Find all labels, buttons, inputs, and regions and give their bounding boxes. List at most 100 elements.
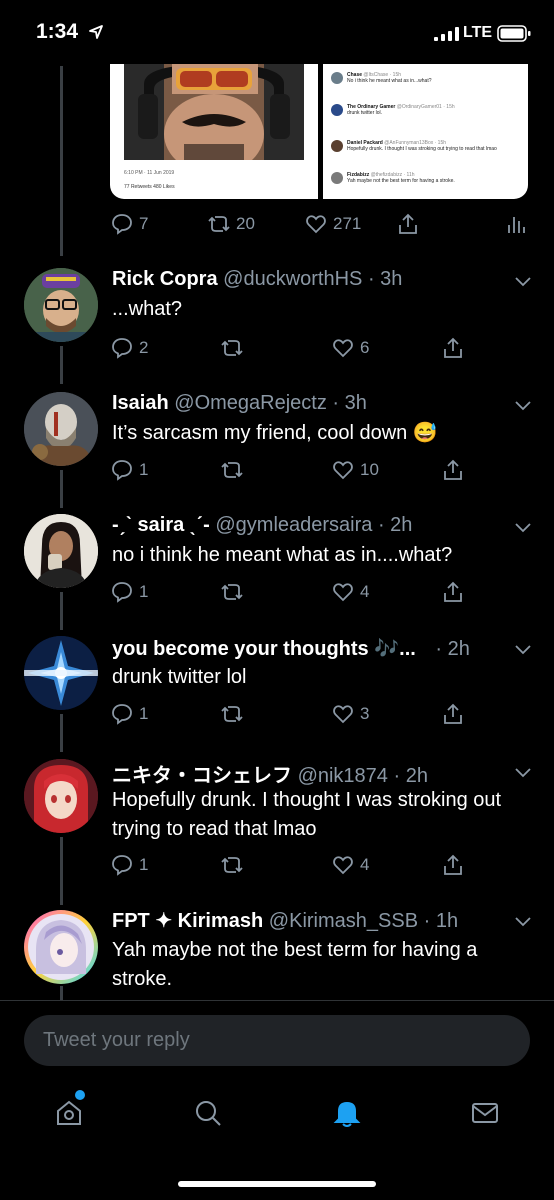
location-arrow-icon xyxy=(89,25,103,39)
like-button[interactable]: 4 xyxy=(331,580,369,604)
heart-icon xyxy=(333,856,353,875)
thread-connector xyxy=(60,592,63,630)
share-button[interactable] xyxy=(441,853,465,877)
tweet-text: drunk twitter lol xyxy=(112,666,247,688)
home-indicator[interactable] xyxy=(178,1181,376,1187)
author-handle[interactable]: @nik1874 xyxy=(298,765,388,787)
tweet-time: · 2h xyxy=(377,514,413,536)
retweet-button[interactable] xyxy=(220,336,249,360)
avatar[interactable] xyxy=(24,910,98,984)
tab-home[interactable] xyxy=(53,1097,85,1129)
avatar[interactable] xyxy=(24,636,98,710)
avatar[interactable] xyxy=(24,759,98,833)
author-handle[interactable]: @Kirimash_SSB xyxy=(269,910,418,932)
reply-header: Isaiah @OmegaRejectz · 3h xyxy=(112,392,367,415)
share-icon xyxy=(444,459,462,480)
like-button[interactable]: 4 xyxy=(331,853,369,877)
reply-header: Rick Copra @duckworthHS · 3h xyxy=(112,268,402,291)
tab-search[interactable] xyxy=(192,1097,224,1129)
share-button[interactable] xyxy=(441,336,465,360)
tweet-media[interactable]: 6:10 PM · 11 Jun 2019 77 Retweets 480 Li… xyxy=(110,64,528,199)
tweet-time: · 3h xyxy=(332,392,367,414)
retweet-button[interactable] xyxy=(220,458,249,482)
like-button[interactable]: 10 xyxy=(331,458,379,482)
author-handle[interactable]: @gymleadersaira xyxy=(215,514,372,536)
like-button[interactable]: 3 xyxy=(331,702,369,726)
share-button[interactable] xyxy=(441,580,465,604)
analytics-icon xyxy=(508,217,525,233)
author-name[interactable]: Rick Copra xyxy=(112,268,218,290)
share-button[interactable] xyxy=(441,702,465,726)
reply-count: 1 xyxy=(139,704,149,723)
heart-icon xyxy=(306,215,326,234)
retweet-icon xyxy=(221,706,243,722)
tab-notifications[interactable] xyxy=(331,1097,363,1129)
reply-count: 1 xyxy=(139,460,149,479)
reply-button[interactable]: 1 xyxy=(110,458,148,482)
media-image-right[interactable]: Chase @ItsChase · 15h No i think he mean… xyxy=(323,64,528,199)
thread-connector xyxy=(60,714,63,752)
heart-icon xyxy=(333,705,353,724)
media-reply-row: Fizdabizz @thefizdabizz · 11h Yah maybe … xyxy=(331,172,521,184)
tweet-time: · 2h xyxy=(393,765,428,787)
like-count: 6 xyxy=(360,338,370,357)
media-image-left[interactable]: 6:10 PM · 11 Jun 2019 77 Retweets 480 Li… xyxy=(110,64,318,199)
author-name[interactable]: FPT ✦ Kirimash xyxy=(112,910,263,932)
retweet-button[interactable] xyxy=(220,580,249,604)
analytics-button[interactable] xyxy=(504,212,528,236)
reply-icon xyxy=(112,460,132,481)
share-button[interactable] xyxy=(396,212,420,236)
reply-icon xyxy=(112,704,132,725)
retweet-icon xyxy=(221,462,243,478)
tweet-text: It’s sarcasm my friend, cool down 😅 xyxy=(112,422,438,444)
like-count: 4 xyxy=(360,855,370,874)
tweet-text: Hopefully drunk. I thought I was strokin… xyxy=(112,789,502,840)
reply-header: ニキタ・コシェレフ @nik1874 · 2h xyxy=(112,759,428,788)
notification-dot xyxy=(75,1090,85,1100)
reply-button[interactable]: 1 xyxy=(110,702,148,726)
reply-header: you become your thoughts 🎶... · 2h xyxy=(112,636,470,661)
author-handle[interactable]: @duckworthHS xyxy=(223,268,362,290)
like-count: 3 xyxy=(360,704,370,723)
share-icon xyxy=(444,703,462,724)
tab-messages[interactable] xyxy=(469,1097,501,1129)
reply-header: FPT ✦ Kirimash @Kirimash_SSB · 1h xyxy=(112,908,458,933)
reply-count: 1 xyxy=(139,582,149,601)
author-name[interactable]: -ˏˋ saira ˎˊ- xyxy=(112,514,210,536)
avatar[interactable] xyxy=(24,392,98,466)
share-icon xyxy=(444,854,462,875)
chevron-down-icon[interactable] xyxy=(514,522,532,534)
reply-button[interactable]: 7 xyxy=(110,212,148,236)
author-name[interactable]: you become your thoughts 🎶... xyxy=(112,638,416,660)
chevron-down-icon[interactable] xyxy=(514,276,532,288)
status-time: 1:34 xyxy=(36,20,79,43)
media-reply-row: Chase @ItsChase · 15h No i think he mean… xyxy=(331,72,521,84)
like-button[interactable]: 271 xyxy=(304,212,361,236)
reply-count: 1 xyxy=(139,855,149,874)
network-type: LTE xyxy=(463,24,493,41)
chevron-down-icon[interactable] xyxy=(514,767,532,779)
retweet-icon xyxy=(221,584,243,600)
reply-button[interactable]: 1 xyxy=(110,853,148,877)
chevron-down-icon[interactable] xyxy=(514,644,532,656)
author-name[interactable]: ニキタ・コシェレフ xyxy=(112,765,292,787)
author-name[interactable]: Isaiah xyxy=(112,392,169,414)
chevron-down-icon[interactable] xyxy=(514,916,532,928)
reply-button[interactable]: 2 xyxy=(110,336,148,360)
reply-button[interactable]: 1 xyxy=(110,580,148,604)
like-button[interactable]: 6 xyxy=(331,336,369,360)
retweet-button[interactable] xyxy=(220,853,249,877)
tweet-text: no i think he meant what as in....what? xyxy=(112,544,453,566)
avatar[interactable] xyxy=(24,514,98,588)
chevron-down-icon[interactable] xyxy=(514,400,532,412)
reply-icon xyxy=(112,338,132,359)
share-button[interactable] xyxy=(441,458,465,482)
retweet-button[interactable] xyxy=(220,702,249,726)
reply-input[interactable]: Tweet your reply xyxy=(24,1015,530,1066)
avatar[interactable] xyxy=(24,268,98,342)
reply-header: -ˏˋ saira ˎˊ- @gymleadersaira · 2h xyxy=(112,514,412,537)
author-handle[interactable]: @OmegaRejectz xyxy=(174,392,327,414)
thread-connector xyxy=(60,837,63,905)
retweet-button[interactable]: 20 xyxy=(207,212,255,236)
media-photo xyxy=(124,64,304,160)
